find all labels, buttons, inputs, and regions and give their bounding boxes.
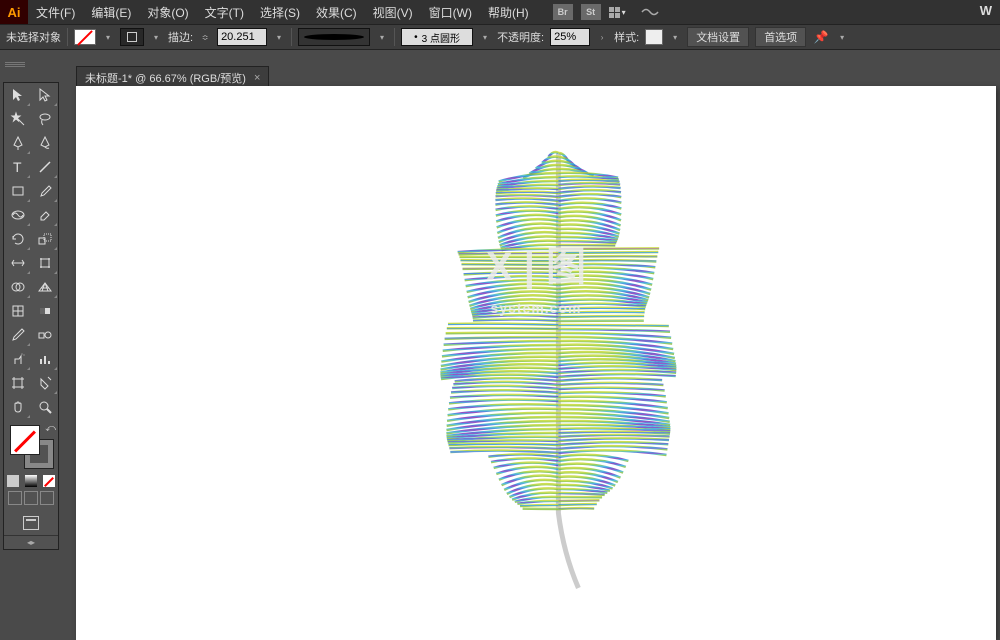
fill-swatch[interactable] (74, 29, 96, 45)
style-label: 样式: (614, 29, 639, 45)
artboard[interactable]: X | 图 system.com (76, 86, 996, 640)
color-mode-none[interactable] (40, 471, 58, 491)
tab-strip: 未标题-1* @ 66.67% (RGB/预览) × (76, 64, 269, 88)
brush-definition[interactable]: •3 点圆形 (401, 28, 473, 46)
align-dropdown[interactable]: ▾ (836, 29, 848, 45)
profile-dropdown[interactable]: ▾ (376, 29, 388, 45)
menu-select[interactable]: 选择(S) (252, 4, 308, 21)
style-dropdown[interactable]: ▾ (669, 29, 681, 45)
graphic-style-swatch[interactable] (645, 29, 663, 45)
column-graph-tool[interactable] (31, 347, 58, 371)
stroke-dropdown[interactable]: ▾ (150, 29, 162, 45)
menu-edit[interactable]: 编辑(E) (83, 4, 139, 21)
perspective-grid-tool[interactable] (31, 275, 58, 299)
color-mode-solid[interactable] (4, 471, 22, 491)
gradient-tool[interactable] (31, 299, 58, 323)
draw-inside[interactable] (40, 491, 54, 505)
hand-tool[interactable] (4, 395, 31, 419)
eyedropper-tool[interactable] (4, 323, 31, 347)
mesh-tool[interactable] (4, 299, 31, 323)
shaper-tool[interactable] (4, 203, 31, 227)
tab-title: 未标题-1* @ 66.67% (RGB/预览) (85, 70, 246, 86)
shape-builder-tool[interactable] (4, 275, 31, 299)
align-icon[interactable]: 📌 (812, 28, 830, 46)
menu-window[interactable]: 窗口(W) (421, 4, 480, 21)
menu-file[interactable]: 文件(F) (28, 4, 83, 21)
selection-tool[interactable] (4, 83, 31, 107)
doc-setup-button[interactable]: 文档设置 (687, 27, 749, 47)
app-logo: Ai (0, 0, 28, 24)
watermark-subtitle: system.com (491, 300, 582, 316)
stroke-weight-stepper[interactable]: ≎ (199, 29, 211, 45)
slice-tool[interactable] (31, 371, 58, 395)
feather-artwork (418, 133, 698, 593)
fill-indicator[interactable] (10, 425, 40, 455)
line-tool[interactable] (31, 155, 58, 179)
pen-tool[interactable] (4, 131, 31, 155)
curvature-tool[interactable] (31, 131, 58, 155)
screen-mode[interactable] (4, 511, 58, 535)
type-tool[interactable]: T (4, 155, 31, 179)
svg-text:T: T (13, 159, 22, 175)
color-modes (4, 471, 58, 491)
prefs-button[interactable]: 首选项 (755, 27, 806, 47)
swap-fill-stroke[interactable]: ⤺ (45, 423, 56, 434)
scale-tool[interactable] (31, 227, 58, 251)
menu-view[interactable]: 视图(V) (365, 4, 421, 21)
direct-selection-tool[interactable] (31, 83, 58, 107)
stroke-swatch[interactable] (120, 28, 144, 46)
magic-wand-tool[interactable] (4, 107, 31, 131)
toolbox-expand[interactable]: ◂▸ (4, 535, 58, 549)
controlbar: 未选择对象 ▾ ▾ 描边: ≎ ▾ ▾ •3 点圆形 ▾ 不透明度: › 样式:… (0, 24, 1000, 50)
rotate-tool[interactable] (4, 227, 31, 251)
arrange-documents[interactable]: ▾ (609, 4, 633, 20)
draw-behind[interactable] (24, 491, 38, 505)
lasso-tool[interactable] (31, 107, 58, 131)
eraser-tool[interactable] (31, 203, 58, 227)
menu-effect[interactable]: 效果(C) (308, 4, 365, 21)
stroke-label: 描边: (168, 29, 193, 45)
variable-width-profile[interactable] (298, 28, 370, 46)
rectangle-tool[interactable] (4, 179, 31, 203)
stock-icon[interactable]: St (581, 4, 601, 20)
symbol-sprayer-tool[interactable] (4, 347, 31, 371)
toolbox: T ⤺ ◂▸ (3, 82, 59, 550)
stroke-weight-input[interactable] (217, 28, 267, 46)
canvas-area: X | 图 system.com (76, 86, 1000, 640)
gpu-icon[interactable] (641, 5, 659, 19)
draw-normal[interactable] (8, 491, 22, 505)
artboard-tool[interactable] (4, 371, 31, 395)
bridge-icon[interactable]: Br (553, 4, 573, 20)
menu-type[interactable]: 文字(T) (197, 4, 252, 21)
opacity-label: 不透明度: (497, 29, 544, 45)
fill-stroke-indicator[interactable]: ⤺ (4, 423, 58, 471)
draw-modes (4, 491, 58, 511)
zoom-tool[interactable] (31, 395, 58, 419)
menu-object[interactable]: 对象(O) (139, 4, 196, 21)
watermark-title: X | 图 (486, 234, 586, 292)
color-mode-gradient[interactable] (22, 471, 40, 491)
tab-close-button[interactable]: × (254, 72, 260, 84)
stroke-weight-dropdown[interactable]: ▾ (273, 29, 285, 45)
blend-tool[interactable] (31, 323, 58, 347)
workspace-right: W (980, 3, 992, 18)
opacity-input[interactable] (550, 28, 590, 46)
paintbrush-tool[interactable] (31, 179, 58, 203)
selection-status: 未选择对象 (6, 29, 61, 45)
fill-dropdown[interactable]: ▾ (102, 29, 114, 45)
opacity-dropdown[interactable]: › (596, 29, 608, 45)
document-tab[interactable]: 未标题-1* @ 66.67% (RGB/预览) × (76, 66, 269, 88)
dock-handle[interactable] (5, 62, 25, 68)
brush-dropdown[interactable]: ▾ (479, 29, 491, 45)
menu-help[interactable]: 帮助(H) (480, 4, 537, 21)
free-transform-tool[interactable] (31, 251, 58, 275)
menubar: Ai 文件(F) 编辑(E) 对象(O) 文字(T) 选择(S) 效果(C) 视… (0, 0, 1000, 24)
width-tool[interactable] (4, 251, 31, 275)
